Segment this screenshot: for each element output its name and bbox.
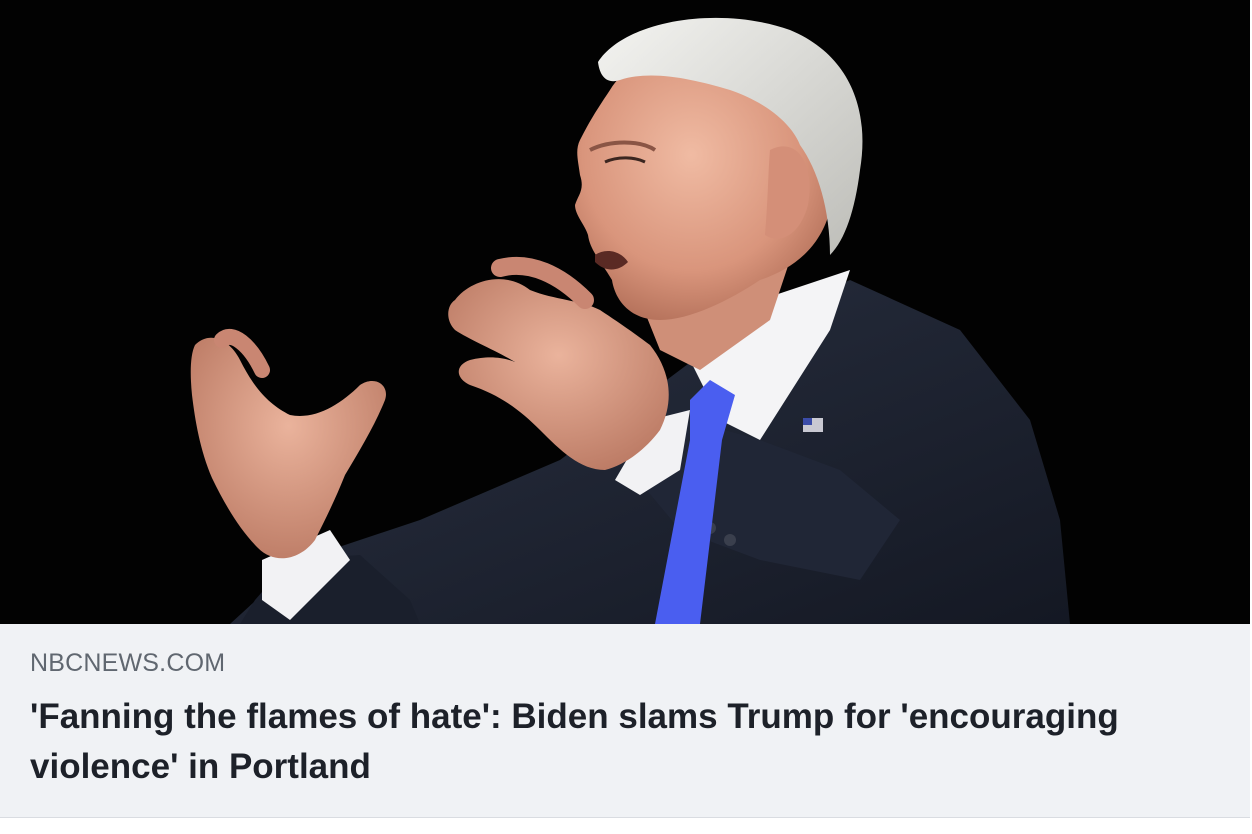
flag-pin-canton [803,418,812,425]
speaker-photo-illustration [0,0,1250,624]
link-caption[interactable]: NBCNEWS.COM 'Fanning the flames of hate'… [0,624,1250,817]
link-preview-card[interactable]: NBCNEWS.COM 'Fanning the flames of hate'… [0,0,1250,818]
source-domain: NBCNEWS.COM [30,649,226,677]
article-photo[interactable] [0,0,1250,624]
article-headline[interactable]: 'Fanning the flames of hate': Biden slam… [30,692,1200,792]
sleeve-button [724,534,736,546]
